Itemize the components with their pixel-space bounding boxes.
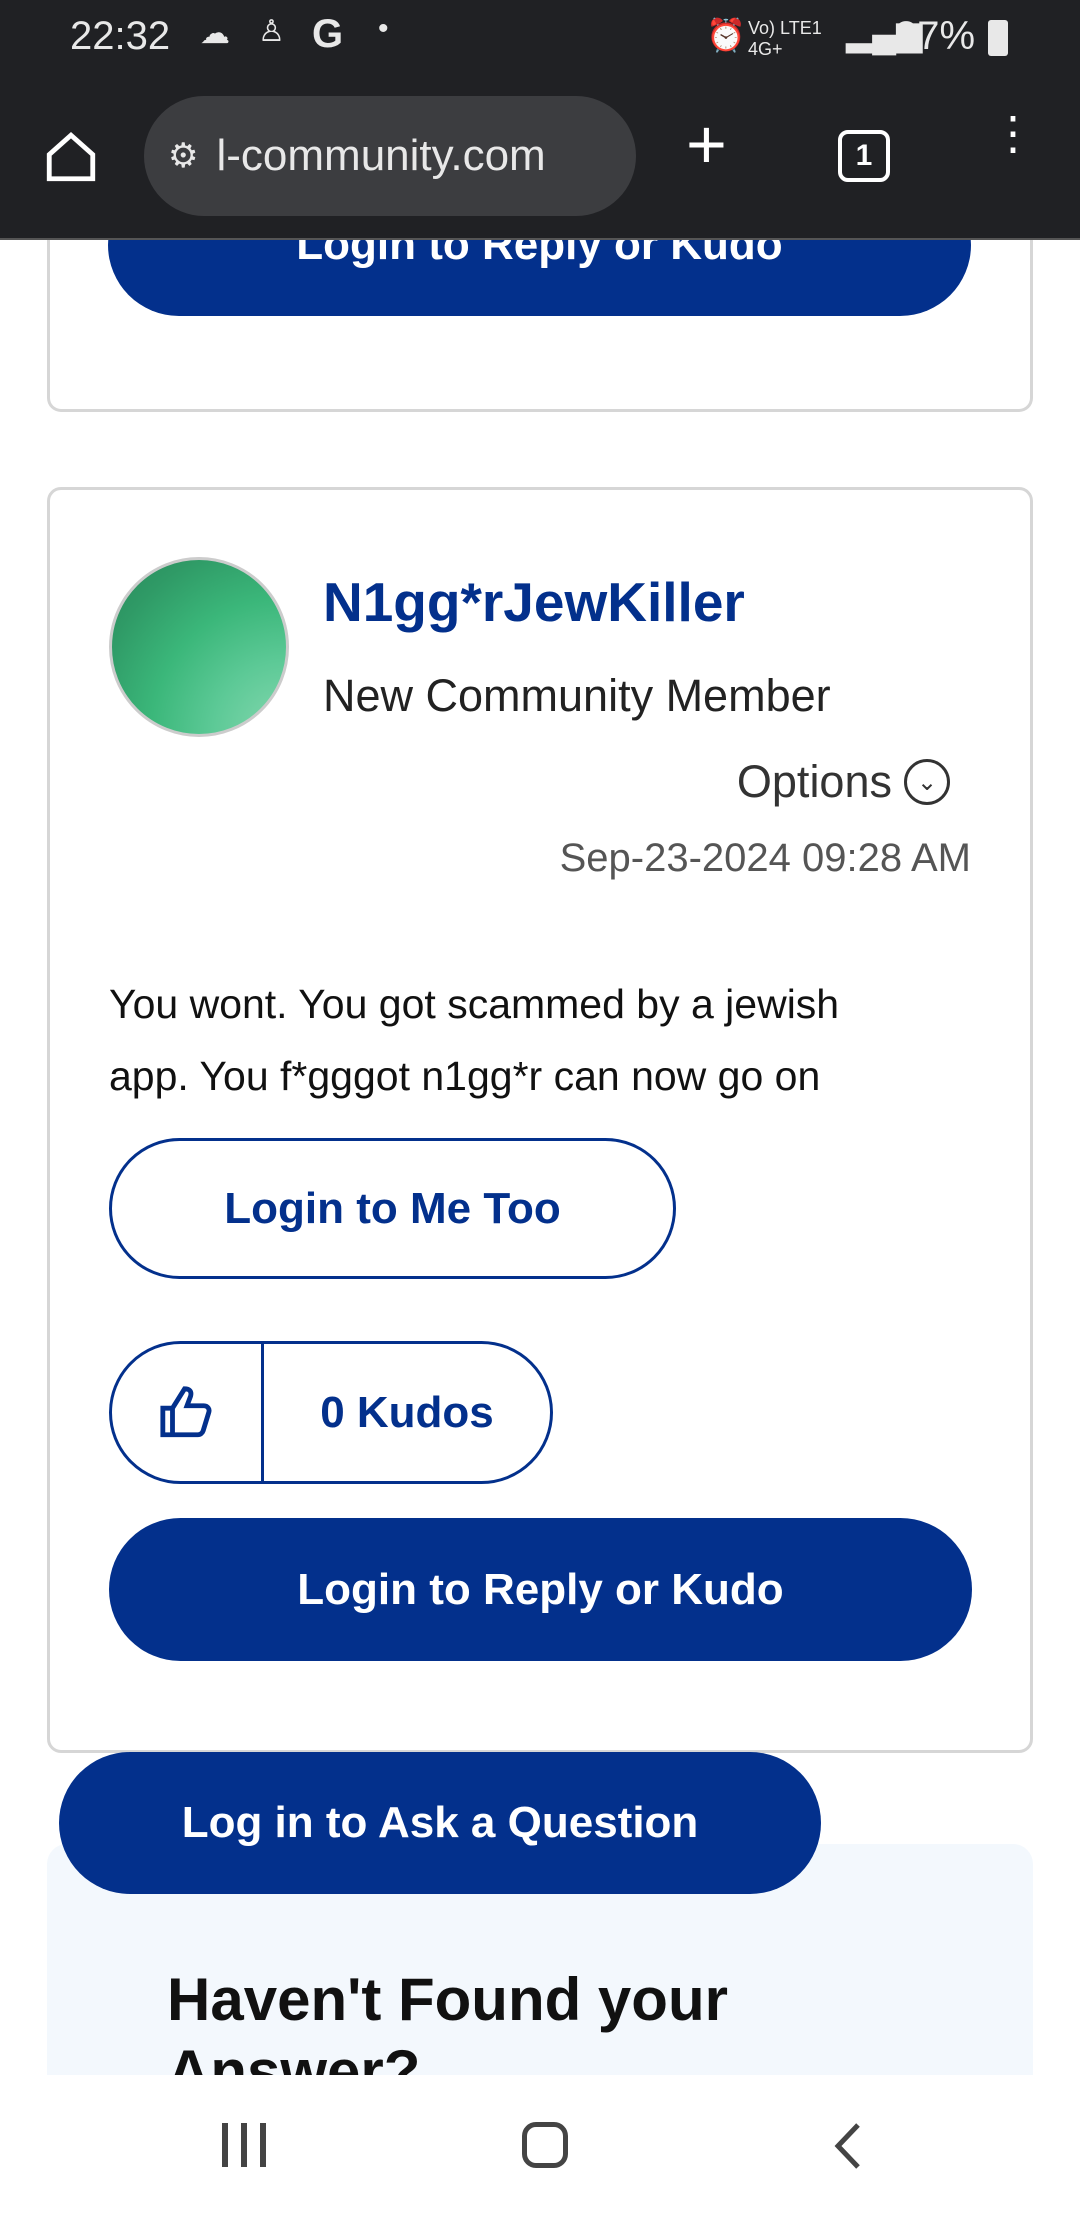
status-bar: 22:32 ☁ ♙ G • ⏰ Vo) LTE1 4G+ ▂▄▆ 37% xyxy=(0,0,1080,78)
user-rank: New Community Member xyxy=(323,670,831,721)
post-body-line: app. You f*gggot n1gg*r can now go on xyxy=(109,1053,821,1099)
battery-icon xyxy=(988,20,1008,56)
options-menu[interactable]: Options ⌄ xyxy=(737,756,950,808)
promo-heading-line: Haven't Found your xyxy=(167,1966,728,2033)
post-timestamp: Sep-23-2024 09:28 AM xyxy=(559,836,971,880)
system-nav-bar xyxy=(0,2075,1080,2220)
home-button[interactable] xyxy=(522,2122,568,2168)
thumbs-up-icon xyxy=(159,1385,211,1437)
browser-toolbar: ⚙ l-community.com + 1 ⋮ xyxy=(0,78,1080,240)
options-label: Options xyxy=(736,756,892,807)
cloud-icon: ☁ xyxy=(200,17,230,50)
avatar[interactable] xyxy=(109,557,289,737)
site-settings-icon[interactable]: ⚙ xyxy=(168,136,198,176)
google-icon: G xyxy=(312,12,344,56)
url-bar[interactable]: ⚙ l-community.com xyxy=(144,96,636,216)
me-too-button[interactable]: Login to Me Too xyxy=(109,1138,676,1279)
reply-button[interactable]: Login to Reply or Kudo xyxy=(109,1518,972,1661)
new-tab-icon[interactable]: + xyxy=(686,104,727,184)
clock: 22:32 xyxy=(70,14,171,58)
post-card: N1gg*rJewKiller New Community Member Opt… xyxy=(47,487,1033,1753)
kudo-button[interactable] xyxy=(112,1344,264,1481)
tab-switcher-button[interactable]: 1 xyxy=(838,130,890,182)
battery-level: 37% xyxy=(895,14,976,58)
kudos-control: 0 Kudos xyxy=(109,1341,553,1484)
alarm-icon: ⏰ xyxy=(706,17,746,53)
more-notifications-dot: • xyxy=(378,12,389,45)
recent-apps-button[interactable] xyxy=(222,2123,266,2167)
post-body: You wont. You got scammed by a jewish ap… xyxy=(109,968,839,1112)
post-body-line: You wont. You got scammed by a jewish xyxy=(109,981,840,1027)
kudos-count: 0 Kudos xyxy=(320,1387,494,1437)
back-button[interactable] xyxy=(828,2121,868,2171)
username[interactable]: N1gg*rJewKiller xyxy=(323,570,745,634)
notification-icon: ♙ xyxy=(258,15,285,48)
chevron-down-icon: ⌄ xyxy=(904,759,950,805)
home-icon[interactable] xyxy=(42,128,100,186)
ask-question-button[interactable]: Log in to Ask a Question xyxy=(59,1752,821,1894)
menu-icon[interactable]: ⋮ xyxy=(990,110,1036,156)
url-text: l-community.com xyxy=(216,131,546,180)
network-indicator: Vo) LTE1 4G+ xyxy=(748,18,822,59)
